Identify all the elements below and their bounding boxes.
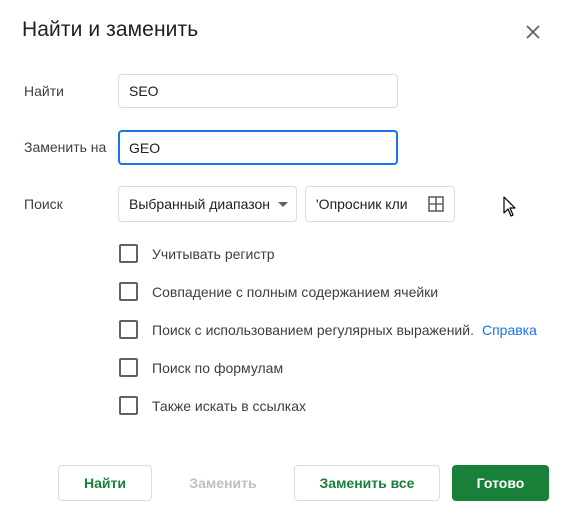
match-entire-cell-checkbox[interactable] [119,282,138,301]
search-formulas-label: Поиск по формулам [152,359,284,376]
help-link[interactable]: Справка [482,322,537,338]
option-search-links[interactable]: Также искать в ссылках [119,396,306,415]
match-entire-cell-label: Совпадение с полным содержанием ячейки [152,283,439,300]
replace-button[interactable]: Заменить [163,465,283,501]
search-links-label: Также искать в ссылках [152,397,306,414]
option-match-case[interactable]: Учитывать регистр [119,244,275,263]
range-field[interactable]: 'Опросник кли [305,186,455,222]
replace-label: Заменить на [24,139,107,155]
find-replace-dialog: Найти и заменить Найти Заменить на Поиск… [0,0,567,522]
search-scope-value: Выбранный диапазон [129,196,270,212]
match-case-checkbox[interactable] [119,244,138,263]
regex-label: Поиск с использованием регулярных выраже… [152,321,474,338]
close-icon [526,25,540,39]
close-button[interactable] [521,20,545,44]
search-scope-select[interactable]: Выбранный диапазон [118,186,297,222]
chevron-down-icon [278,202,288,207]
find-button[interactable]: Найти [58,465,152,501]
option-match-entire-cell[interactable]: Совпадение с полным содержанием ячейки [119,282,438,301]
replace-input[interactable] [118,130,398,165]
find-input[interactable] [118,74,398,108]
match-case-label: Учитывать регистр [152,245,275,262]
range-value: 'Опросник кли [316,196,408,212]
replace-all-button[interactable]: Заменить все [294,465,440,501]
mouse-cursor-icon [503,196,516,217]
grid-icon[interactable] [428,196,444,212]
option-search-formulas[interactable]: Поиск по формулам [119,358,283,377]
search-links-checkbox[interactable] [119,396,138,415]
search-label: Поиск [24,196,63,212]
done-button[interactable]: Готово [452,465,549,501]
option-regex[interactable]: Поиск с использованием регулярных выраже… [119,320,537,339]
dialog-title: Найти и заменить [22,18,199,41]
regex-checkbox[interactable] [119,320,138,339]
find-label: Найти [24,83,64,99]
search-formulas-checkbox[interactable] [119,358,138,377]
